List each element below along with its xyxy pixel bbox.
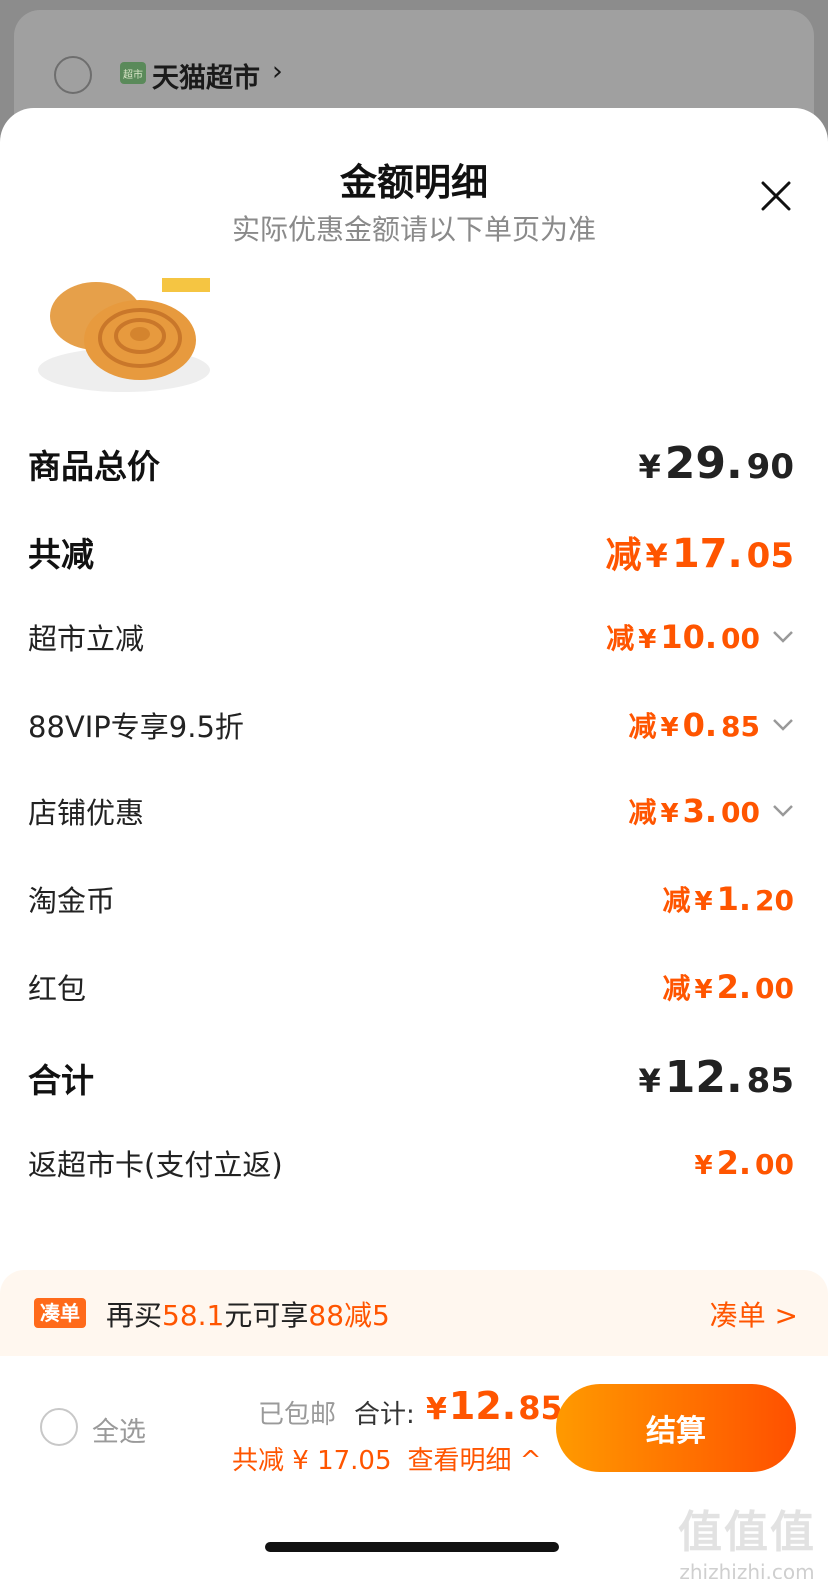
row-label: 红包 [28, 972, 87, 1006]
close-icon[interactable] [758, 178, 794, 214]
tmall-market-logo-icon: 超市 [120, 62, 146, 84]
row-value: 减 ¥2. 00 [662, 968, 795, 1006]
chevron-down-icon[interactable] [772, 718, 794, 732]
store-name[interactable]: 天猫超市 [152, 56, 260, 95]
row-vip-discount[interactable]: 88VIP专享9.5折 减 ¥0. 85 [28, 704, 794, 746]
row-shop-discount[interactable]: 店铺优惠 减 ¥3. 00 [28, 790, 794, 832]
free-shipping-label: 已包邮 [258, 1400, 337, 1430]
home-indicator[interactable] [265, 1542, 559, 1552]
row-goods-total: 商品总价 ¥29. 90 [28, 438, 794, 489]
row-total-discount: 共减 减 ¥17. 05 [28, 526, 794, 578]
row-label: 返超市卡(支付立返) [28, 1148, 283, 1182]
amount-detail-sheet: 金额明细 实际优惠金额请以下单页为准 商品总价 ¥29. 90 共减 减 ¥17. 0… [0, 108, 828, 1579]
sheet-title: 金额明细 [340, 161, 488, 204]
bundle-link[interactable]: 凑单 > [710, 1294, 798, 1334]
store-select-radio[interactable] [54, 56, 92, 94]
row-label: 店铺优惠 [28, 796, 145, 830]
bundle-promo-text: 再买58.1元可享88减5 [106, 1299, 390, 1332]
checkout-bar: 全选 已包邮 合计: ¥12. 85 共减 ¥ 17.05 查看明细 ^ 结算 值… [0, 1356, 828, 1579]
row-value: 减 ¥17. 05 [605, 531, 794, 577]
select-all-label[interactable]: 全选 [92, 1410, 146, 1449]
row-value: 减 ¥3. 00 [629, 791, 795, 831]
row-red-packet: 红包 减 ¥2. 00 [28, 966, 794, 1008]
watermark-url: zhizhizhi.com [679, 1560, 815, 1579]
row-value: ¥29. 90 [638, 438, 794, 489]
row-label: 合计 [28, 1060, 94, 1100]
row-value: ¥12. 85 [638, 1052, 794, 1103]
total-amount: ¥12. 85 [426, 1384, 563, 1428]
bundle-tag: 凑单 [34, 1298, 86, 1328]
row-value: ¥2. 00 [694, 1144, 794, 1182]
row-label: 商品总价 [28, 446, 160, 486]
row-label: 超市立减 [28, 622, 145, 656]
row-label: 共减 [28, 535, 94, 574]
select-all-radio[interactable] [40, 1408, 78, 1446]
row-label: 88VIP专享9.5折 [28, 710, 244, 744]
total-label: 合计: [354, 1400, 415, 1430]
row-sum: 合计 ¥12. 85 [28, 1052, 794, 1103]
row-value: 减 ¥0. 85 [629, 705, 795, 745]
watermark-logo: 值值值 [678, 1507, 816, 1558]
savings-amount: 共减 ¥ 17.05 [232, 1446, 392, 1476]
chevron-down-icon[interactable] [772, 804, 794, 818]
row-taojinbi: 淘金币 减 ¥1. 20 [28, 878, 794, 920]
row-value: 减 ¥1. 20 [662, 880, 795, 918]
sheet-subtitle: 实际优惠金额请以下单页为准 [231, 213, 596, 246]
watermark: 值值值 zhizhizhi.com [678, 1496, 816, 1579]
product-thumbnail [32, 278, 210, 394]
chevron-right-icon[interactable]: › [272, 56, 283, 87]
view-detail-link[interactable]: 查看明细 ^ [408, 1440, 542, 1477]
row-label: 淘金币 [28, 884, 116, 918]
savings-line: 共减 ¥ 17.05 查看明细 ^ [232, 1440, 542, 1477]
row-value: 减 ¥10. 00 [606, 617, 794, 657]
row-market-discount[interactable]: 超市立减 减 ¥10. 00 [28, 616, 794, 658]
checkout-button[interactable]: 结算 [556, 1384, 796, 1472]
chevron-down-icon[interactable] [772, 630, 794, 644]
row-rebate: 返超市卡(支付立返) ¥2. 00 [28, 1142, 794, 1184]
bundle-promo-bar: 凑单 再买58.1元可享88减5 凑单 > [0, 1270, 828, 1356]
